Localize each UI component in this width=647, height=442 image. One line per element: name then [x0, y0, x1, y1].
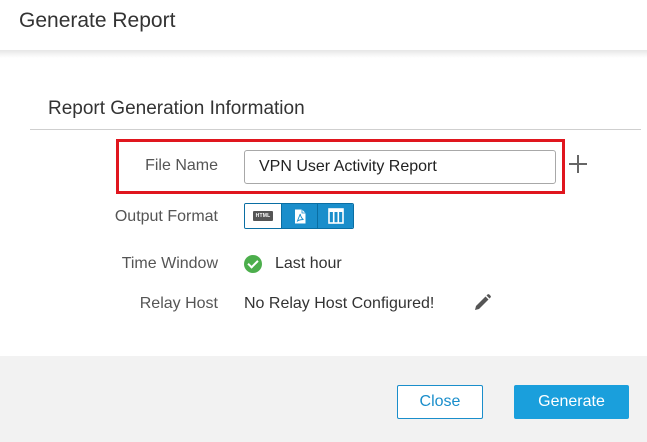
html-file-icon: HTML [253, 211, 273, 221]
check-circle-icon [244, 255, 262, 273]
dialog-title: Generate Report [19, 9, 176, 32]
pdf-file-icon [294, 209, 305, 223]
format-csv-button[interactable] [317, 204, 353, 228]
generate-button[interactable]: Generate [514, 385, 629, 419]
plus-icon[interactable] [567, 153, 589, 175]
pencil-icon[interactable] [472, 293, 492, 313]
close-button[interactable]: Close [397, 385, 483, 419]
section-title: Report Generation Information [48, 98, 305, 119]
highlight-box [116, 139, 565, 194]
dialog-header: Generate Report [0, 0, 647, 52]
header-divider [0, 50, 647, 58]
csv-columns-icon [327, 208, 344, 224]
section-divider [30, 129, 641, 130]
time-window-value: Last hour [275, 255, 342, 272]
format-pdf-button[interactable] [281, 204, 317, 228]
output-format-toggle: HTML [244, 203, 354, 229]
relay-host-value: No Relay Host Configured! [244, 295, 435, 312]
output-format-label: Output Format [114, 208, 218, 225]
generate-report-dialog: Generate Report Report Generation Inform… [0, 0, 647, 442]
format-html-button[interactable]: HTML [245, 204, 281, 228]
time-window-label: Time Window [121, 255, 218, 272]
relay-host-label: Relay Host [139, 295, 218, 312]
